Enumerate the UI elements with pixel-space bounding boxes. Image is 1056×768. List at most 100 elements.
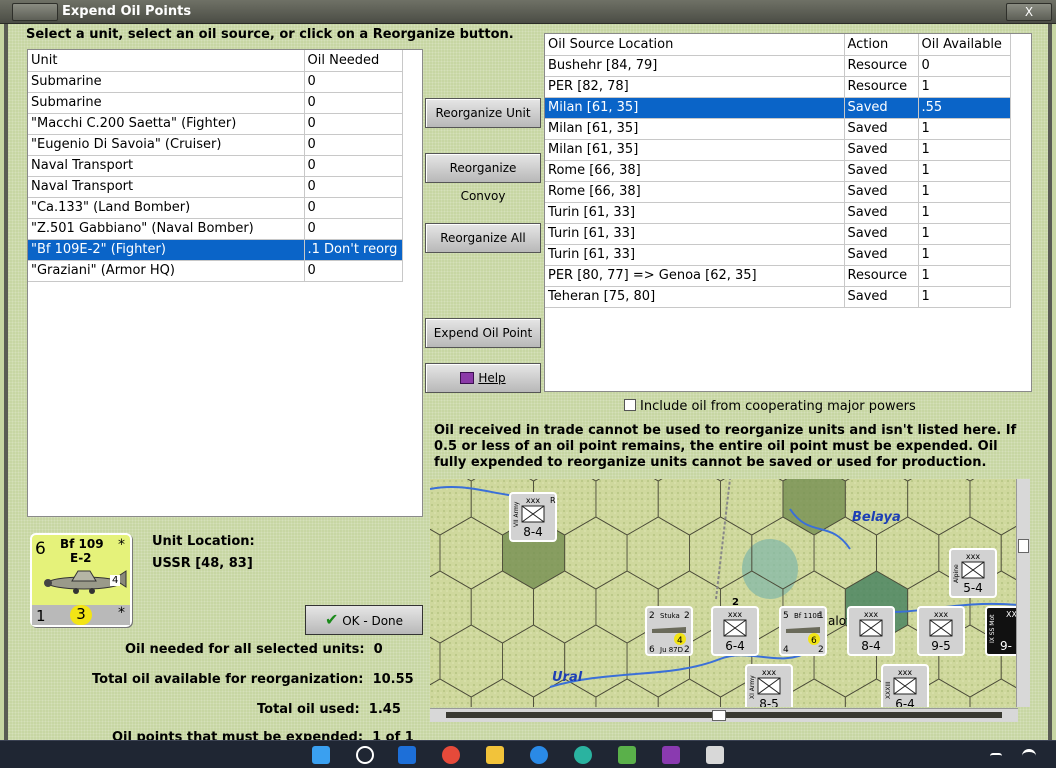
oil-source-row[interactable]: Rome [66, 38] Saved 1 <box>545 160 1011 182</box>
search-icon[interactable] <box>356 746 374 764</box>
reorganize-all-button[interactable]: Reorganize All <box>425 223 541 253</box>
air-counter-br: 2 <box>818 645 824 655</box>
oil-available-cell: 1 <box>918 265 1011 287</box>
unit-row[interactable]: Submarine 0 <box>28 71 403 93</box>
unit-row[interactable]: "Ca.133" (Land Bomber) 0 <box>28 197 403 219</box>
oil-source-row[interactable]: PER [82, 78] Resource 1 <box>545 76 1011 98</box>
counter-top-left: 6 <box>35 539 46 559</box>
ground-unit-counter[interactable]: xxx 6-4XXXIII <box>881 664 929 707</box>
unit-name-cell: "Graziani" (Armor HQ) <box>28 260 305 282</box>
oil-action-cell: Saved <box>844 286 919 308</box>
hscroll-thumb[interactable] <box>712 710 726 721</box>
unit-row[interactable]: "Macchi C.200 Saetta" (Fighter) 0 <box>28 113 403 135</box>
oil-source-row[interactable]: Milan [61, 35] Saved 1 <box>545 139 1011 161</box>
map-vertical-scrollbar[interactable] <box>1016 479 1030 707</box>
oil-needed-cell: 0 <box>304 176 403 198</box>
air-counter-bl: 6 <box>649 645 655 655</box>
oil-needed-cell: 0 <box>304 113 403 135</box>
reorganize-unit-button[interactable]: Reorganize Unit <box>425 98 541 128</box>
reorganize-convoy-button[interactable]: Reorganize Convoy <box>425 153 541 203</box>
map-horizontal-scrollbar[interactable] <box>430 708 1018 722</box>
wifi-icon[interactable] <box>1022 749 1036 761</box>
air-counter-br: 2 <box>684 645 690 655</box>
oil-source-row[interactable]: Bushehr [84, 79] Resource 0 <box>545 55 1011 77</box>
ground-unit-counter[interactable]: xxx R 8-4VII Army <box>509 492 557 542</box>
counter-strength-label: 8-4 <box>861 639 881 653</box>
oil-source-table-panel: Oil Source Location Action Oil Available… <box>544 33 1032 392</box>
chevron-up-icon[interactable] <box>990 753 1002 761</box>
oil-source-row[interactable]: Milan [61, 35] Saved 1 <box>545 118 1011 140</box>
help-app-icon[interactable] <box>530 746 548 764</box>
map-label-belaya: Belaya <box>852 510 901 525</box>
ground-unit-counter[interactable]: xxx 6-4 <box>711 606 759 656</box>
expend-oil-point-button[interactable]: Expend Oil Point <box>425 318 541 348</box>
oil-source-row[interactable]: Rome [66, 38] Saved 1 <box>545 181 1011 203</box>
game-app-icon[interactable] <box>662 746 680 764</box>
file-explorer-icon[interactable] <box>486 746 504 764</box>
column-header-oil-available[interactable]: Oil Available <box>918 34 1011 56</box>
hex-map[interactable]: Belaya Ural alov xxx R 8-4 VII Army xxx 6-4 xx… <box>430 479 1018 707</box>
ground-unit-counter[interactable]: xxx 8-4 <box>847 606 895 656</box>
air-unit-counter[interactable]: 5 14 2Bf 110E6 <box>779 606 827 656</box>
oil-location-cell: Turin [61, 33] <box>545 202 845 224</box>
oil-action-cell: Saved <box>844 118 919 140</box>
oil-needed-cell: 0 <box>304 92 403 114</box>
chrome-icon[interactable] <box>442 746 460 764</box>
oil-source-row[interactable]: PER [80, 77] => Genoa [62, 35] Resource 1 <box>545 265 1011 287</box>
unit-row[interactable]: "Z.501 Gabbiano" (Naval Bomber) 0 <box>28 218 403 240</box>
unit-row[interactable]: Naval Transport 0 <box>28 176 403 198</box>
include-oil-checkbox[interactable] <box>624 399 636 411</box>
units-table-panel: Unit Oil Needed Submarine 0 Submarine 0 "Mac… <box>27 49 423 517</box>
counter-strength-label: 9-5 <box>931 639 951 653</box>
unit-location-label: Unit Location: <box>152 534 255 549</box>
hp-app-icon[interactable] <box>398 746 416 764</box>
unit-name-cell: Submarine <box>28 92 305 114</box>
close-window-button[interactable]: X <box>1006 3 1052 21</box>
air-unit-counter[interactable]: 2 2 6 2 Stuka Ju 87D4 <box>645 606 693 656</box>
include-oil-option[interactable]: Include oil from cooperating major power… <box>624 399 916 414</box>
air-counter-name: Stuka <box>660 612 680 620</box>
oil-source-row[interactable]: Teheran [75, 80] Saved 1 <box>545 286 1011 308</box>
ss-unit-counter[interactable]: XX9-IX SS Mot <box>985 606 1018 656</box>
system-menu-button[interactable] <box>12 3 58 21</box>
column-header-action[interactable]: Action <box>844 34 919 56</box>
edge-icon[interactable] <box>574 746 592 764</box>
ground-unit-counter[interactable]: xxx 9-5 <box>917 606 965 656</box>
oil-source-row[interactable]: Turin [61, 33] Saved 1 <box>545 202 1011 224</box>
oil-source-row[interactable]: Turin [61, 33] Saved 1 <box>545 244 1011 266</box>
counter-strength-label: 5-4 <box>963 581 983 595</box>
counter-unit-designation: VII Army <box>513 501 520 527</box>
air-counter-badge-value: 6 <box>811 636 817 646</box>
column-header-location[interactable]: Oil Source Location <box>545 34 845 56</box>
oil-source-row[interactable]: Milan [61, 35] Saved .55 <box>545 97 1011 119</box>
ground-unit-counter[interactable]: xxx 5-4Alpine <box>949 548 997 598</box>
oil-needed-cell: 0 <box>304 134 403 156</box>
unit-row[interactable]: "Graziani" (Armor HQ) 0 <box>28 260 403 282</box>
oil-source-row[interactable]: Turin [61, 33] Saved 1 <box>545 223 1011 245</box>
counter-unit-designation: XXXIII <box>885 681 892 699</box>
counter-size-label: xxx <box>526 496 540 505</box>
ok-done-button[interactable]: ✔ OK - Done <box>305 605 423 635</box>
air-counter-tl: 2 <box>649 611 655 621</box>
active-game-icon[interactable] <box>706 746 724 764</box>
unit-name-cell: "Eugenio Di Savoia" (Cruiser) <box>28 134 305 156</box>
unit-row[interactable]: "Eugenio Di Savoia" (Cruiser) 0 <box>28 134 403 156</box>
air-counter-tr: 2 <box>684 611 690 621</box>
vscroll-thumb[interactable] <box>1018 539 1029 553</box>
column-header-oil-needed[interactable]: Oil Needed <box>304 50 403 72</box>
help-button[interactable]: Help <box>425 363 541 393</box>
oil-action-cell: Saved <box>844 97 919 119</box>
unit-row[interactable]: Submarine 0 <box>28 92 403 114</box>
ground-unit-counter[interactable]: xxx 8-5XI Army <box>745 664 793 707</box>
windows-start-icon[interactable] <box>312 746 330 764</box>
column-header-unit[interactable]: Unit <box>28 50 305 72</box>
oil-action-cell: Resource <box>844 55 919 77</box>
map-canvas[interactable]: Belaya Ural alov xxx R8-4VII Armyxxx6-4xx… <box>430 479 1018 707</box>
notepad-icon[interactable] <box>618 746 636 764</box>
oil-action-cell: Saved <box>844 181 919 203</box>
oil-action-cell: Saved <box>844 244 919 266</box>
oil-rules-note: Oil received in trade cannot be used to … <box>434 423 1017 470</box>
unit-row[interactable]: "Bf 109E-2" (Fighter) .1 Don't reorg <box>28 239 403 261</box>
oil-available-cell: 0 <box>918 55 1011 77</box>
unit-row[interactable]: Naval Transport 0 <box>28 155 403 177</box>
